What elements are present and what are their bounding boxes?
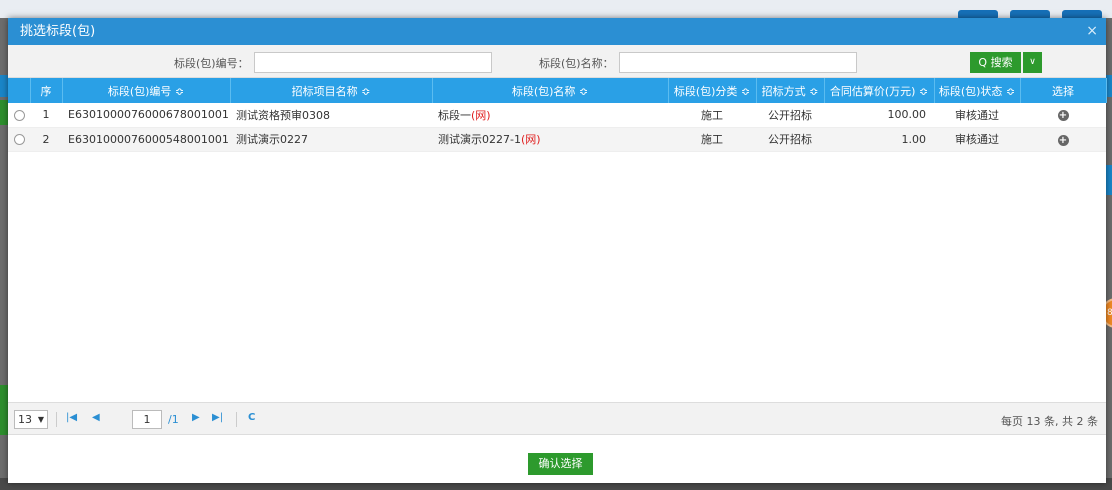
search-icon: Q [978, 56, 988, 69]
header-name[interactable]: 标段(包)名称 ≎ [432, 78, 669, 103]
row-radio[interactable] [13, 109, 25, 121]
background-header [0, 0, 1112, 18]
section-table: 序 标段(包)编号 ≎ 招标项目名称 ≎ 标段(包)名称 ≎ 标段(包)分类 ≎… [8, 78, 1107, 152]
header-category[interactable]: 标段(包)分类 ≎ [668, 78, 757, 103]
page-info: 每页 13 条, 共 2 条 [1001, 415, 1098, 428]
header-project[interactable]: 招标项目名称 ≎ [230, 78, 433, 103]
row-project: 测试演示0227 [230, 127, 432, 152]
page-size-value: 13 [18, 413, 32, 426]
divider [236, 412, 237, 427]
row-radio[interactable] [13, 134, 25, 145]
name-label: 标段(包)名称： [539, 57, 614, 70]
background-strip [0, 75, 8, 97]
refresh-icon[interactable]: C [248, 412, 255, 423]
background-strip [1106, 165, 1112, 195]
search-button[interactable]: Q 搜索 [970, 52, 1021, 73]
page-size-select[interactable]: 13 ▼ [14, 410, 48, 429]
dialog-title: 挑选标段(包) [20, 24, 96, 39]
add-icon[interactable]: + [1057, 134, 1069, 146]
row-index: 2 [30, 127, 62, 152]
page-total: /1 [168, 413, 179, 426]
header-select: 选择 [1020, 78, 1107, 103]
confirm-button[interactable]: 确认选择 [528, 453, 593, 475]
table-header-row: 序 标段(包)编号 ≎ 招标项目名称 ≎ 标段(包)名称 ≎ 标段(包)分类 ≎… [8, 78, 1107, 103]
header-status[interactable]: 标段(包)状态 ≎ [934, 78, 1021, 103]
row-category: 施工 [668, 127, 756, 152]
first-page-icon[interactable]: |◀ [66, 412, 77, 423]
row-code: E6301000076000548001001 [62, 127, 230, 152]
row-name-tag: (网) [520, 133, 541, 146]
divider [56, 412, 57, 427]
row-name: 标段一 [438, 108, 471, 122]
next-page-icon[interactable]: ▶ [192, 412, 200, 423]
background-strip [1106, 75, 1112, 97]
page-number-input[interactable]: 1 [132, 410, 162, 429]
row-name-tag: (网) [471, 108, 491, 122]
close-icon[interactable]: × [1086, 18, 1098, 45]
prev-page-icon[interactable]: ◀ [92, 412, 100, 423]
row-status: 审核通过 [934, 103, 1020, 128]
add-icon[interactable]: + [1057, 110, 1069, 122]
row-status: 审核通过 [934, 127, 1020, 152]
search-button-label: 搜索 [990, 56, 1013, 69]
background-strip [0, 100, 8, 125]
row-name-cell: 标段一(网) [432, 103, 668, 128]
row-project: 测试资格预审0308 [230, 103, 432, 128]
row-method: 公开招标 [756, 103, 824, 128]
caret-down-icon: ▼ [37, 415, 44, 424]
last-page-icon[interactable]: ▶| [212, 412, 223, 423]
header-index: 序 [30, 78, 63, 103]
search-bar: 标段(包)编号： 标段(包)名称： Q 搜索 ∨ [8, 45, 1106, 78]
row-category: 施工 [668, 103, 756, 128]
table-row[interactable]: 1 E6301000076000678001001 测试资格预审0308 标段一… [8, 103, 1106, 128]
name-input[interactable] [619, 52, 857, 73]
row-index: 1 [30, 103, 62, 128]
pagination-bar: 13 ▼ |◀ ◀ 1 /1 ▶ ▶| C 每页 13 条, 共 2 条 [8, 402, 1106, 435]
dialog-titlebar: 挑选标段(包) × [8, 18, 1106, 45]
row-price: 1.00 [824, 127, 934, 152]
row-name: 测试演示0227-1 [438, 133, 521, 146]
header-code[interactable]: 标段(包)编号 ≎ [62, 78, 231, 103]
chevron-down-icon[interactable]: ∨ [1023, 52, 1042, 73]
code-input[interactable] [254, 52, 492, 73]
select-section-dialog: 挑选标段(包) × 标段(包)编号： 标段(包)名称： Q 搜索 ∨ 序 标段(… [8, 18, 1107, 483]
background-strip [0, 385, 8, 435]
header-price[interactable]: 合同估算价(万元) ≎ [824, 78, 935, 103]
code-label: 标段(包)编号： [174, 57, 249, 70]
row-method: 公开招标 [756, 127, 824, 152]
row-name-cell: 测试演示0227-1(网) [432, 127, 668, 152]
header-radio [8, 78, 31, 103]
row-price: 100.00 [824, 103, 934, 128]
table-row[interactable]: 2 E6301000076000548001001 测试演示0227 测试演示0… [8, 127, 1106, 152]
row-code: E6301000076000678001001 [62, 103, 230, 128]
header-method[interactable]: 招标方式 ≎ [756, 78, 825, 103]
